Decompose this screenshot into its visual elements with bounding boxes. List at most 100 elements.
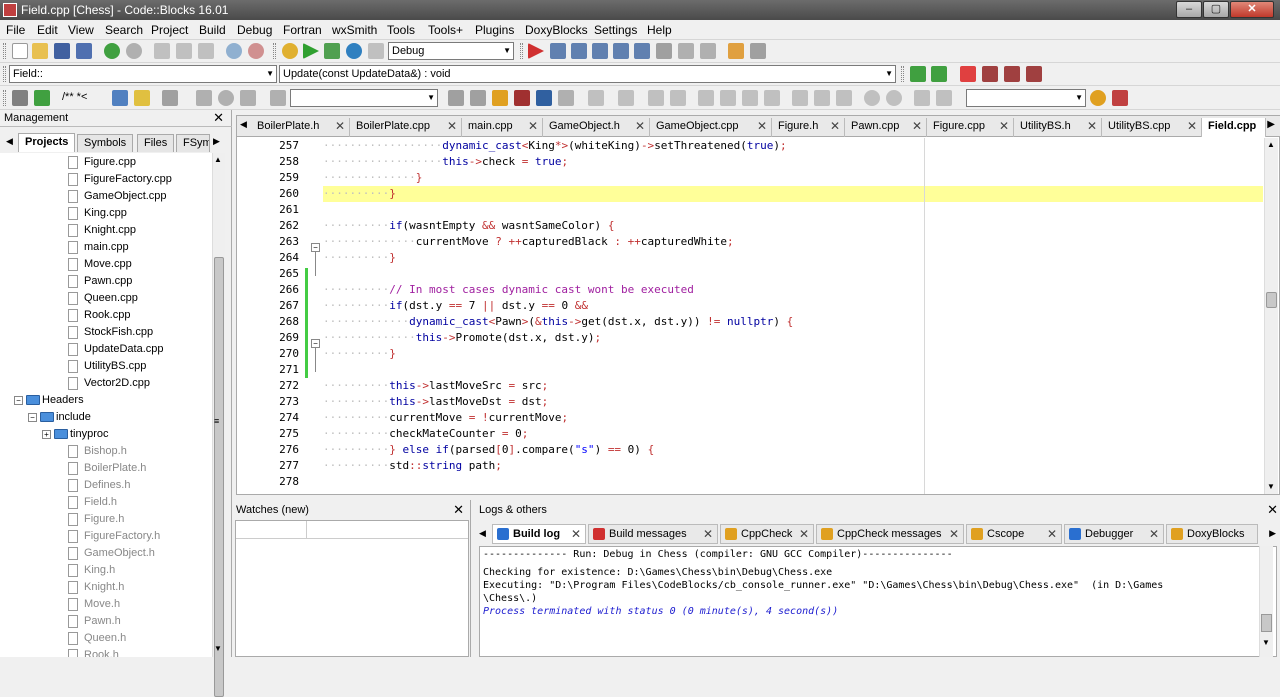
- step-into-icon[interactable]: [592, 43, 608, 59]
- log-tab[interactable]: Build messages ✕: [588, 524, 718, 544]
- tab-scroll-left-icon[interactable]: ◀: [6, 136, 13, 147]
- close-tab-icon[interactable]: ✕: [912, 119, 922, 133]
- menu-plugins[interactable]: Plugins: [475, 23, 514, 37]
- image-icon[interactable]: [648, 90, 664, 106]
- build-log-output[interactable]: -------------- Run: Debug in Chess (comp…: [479, 546, 1277, 657]
- scroll-thumb[interactable]: [1266, 292, 1277, 308]
- tab-scroll-right-icon[interactable]: ▶: [1269, 528, 1276, 539]
- editor-tab[interactable]: Pawn.cpp ✕: [845, 118, 927, 137]
- close-tab-icon[interactable]: ✕: [949, 527, 959, 541]
- clear-bookmarks-icon[interactable]: [1026, 66, 1042, 82]
- close-tab-icon[interactable]: ✕: [1149, 527, 1159, 541]
- menu-settings[interactable]: Settings: [594, 23, 637, 37]
- open-file-icon[interactable]: [32, 43, 48, 59]
- code-line[interactable]: ·············dynamic_cast<Pawn>(&this->g…: [323, 314, 1263, 330]
- paste-icon[interactable]: [198, 43, 214, 59]
- watches-grid[interactable]: [235, 520, 469, 657]
- cut-icon[interactable]: [154, 43, 170, 59]
- log-tab[interactable]: CppCheck messages ✕: [816, 524, 964, 544]
- editor-tab[interactable]: Field.cpp: [1202, 118, 1266, 137]
- collapse-toggle-icon[interactable]: −: [28, 413, 37, 422]
- layout-icon[interactable]: [698, 90, 714, 106]
- layout-icon[interactable]: [742, 90, 758, 106]
- code-line[interactable]: ··········}: [323, 250, 1263, 266]
- rectangle-icon[interactable]: [618, 90, 634, 106]
- tab-scroll-right-icon[interactable]: ▶: [1267, 119, 1275, 130]
- redo-icon[interactable]: [126, 43, 142, 59]
- log-scrollbar[interactable]: ▼: [1259, 546, 1273, 657]
- toggle-bookmark-icon[interactable]: [960, 66, 976, 82]
- frame-icon[interactable]: [814, 90, 830, 106]
- minimize-button[interactable]: –: [1176, 1, 1202, 18]
- pointer-icon[interactable]: [588, 90, 604, 106]
- code-line[interactable]: ··········this->lastMoveSrc = src;: [323, 378, 1263, 394]
- code-line[interactable]: ··············currentMove ? ++capturedBl…: [323, 234, 1263, 250]
- fold-toggle-icon[interactable]: −: [311, 243, 320, 252]
- tab-scroll-left-icon[interactable]: ◀: [479, 528, 486, 539]
- code-line[interactable]: [323, 202, 1263, 218]
- doxy-html-icon[interactable]: [112, 90, 128, 106]
- debug-windows-icon[interactable]: [728, 43, 744, 59]
- code-line[interactable]: ··········currentMove = !currentMove;: [323, 410, 1263, 426]
- menu-edit[interactable]: Edit: [37, 23, 58, 37]
- record-icon[interactable]: [218, 90, 234, 106]
- comment-tool[interactable]: /** *<: [62, 91, 87, 103]
- menu-project[interactable]: Project: [151, 23, 188, 37]
- editor-tab[interactable]: UtilityBS.cpp ✕: [1102, 118, 1202, 137]
- tab-files[interactable]: Files: [137, 134, 175, 152]
- editor-tab[interactable]: BoilerPlate.h ✕: [251, 118, 350, 137]
- collapse-toggle-icon[interactable]: +: [42, 430, 51, 439]
- symbol-search-input[interactable]: ▼: [966, 89, 1086, 107]
- replace-icon[interactable]: [248, 43, 264, 59]
- frame-icon[interactable]: [836, 90, 852, 106]
- run-to-cursor-icon[interactable]: [550, 43, 566, 59]
- editor-tab[interactable]: Figure.h ✕: [772, 118, 845, 137]
- editor-scrollbar[interactable]: ▲ ▼: [1264, 138, 1278, 494]
- scroll-down-icon[interactable]: ▼: [1262, 638, 1270, 647]
- layout-icon[interactable]: [764, 90, 780, 106]
- code-line[interactable]: ··············}: [323, 170, 1263, 186]
- zoom-out-icon[interactable]: [886, 90, 902, 106]
- step-instruction-icon[interactable]: [656, 43, 672, 59]
- info-icon[interactable]: [750, 43, 766, 59]
- highlight-icon[interactable]: [492, 90, 508, 106]
- macro-icon[interactable]: [270, 90, 286, 106]
- close-watches-button[interactable]: ✕: [453, 502, 464, 518]
- close-tab-icon[interactable]: ✕: [999, 119, 1009, 133]
- editor-tab[interactable]: GameObject.cpp ✕: [650, 118, 772, 137]
- new-file-icon[interactable]: [12, 43, 28, 59]
- symbol-c-icon[interactable]: [936, 90, 952, 106]
- code-line[interactable]: ··········this->lastMoveDst = dst;: [323, 394, 1263, 410]
- close-tab-icon[interactable]: ✕: [335, 119, 345, 133]
- code-line[interactable]: ··········// In most cases dynamic cast …: [323, 282, 1263, 298]
- frame-icon[interactable]: [792, 90, 808, 106]
- code-line[interactable]: ··········}: [323, 346, 1263, 362]
- log-tab[interactable]: Cscope ✕: [966, 524, 1062, 544]
- code-line[interactable]: [323, 362, 1263, 378]
- code-line[interactable]: ··················this->check = true;: [323, 154, 1263, 170]
- tab-scroll-right-icon[interactable]: ▶: [213, 136, 220, 147]
- tab-symbols[interactable]: Symbols: [77, 134, 134, 152]
- function-select[interactable]: Update(const UpdateData&) : void ▼: [279, 65, 896, 83]
- layout-icon[interactable]: [720, 90, 736, 106]
- log-tab[interactable]: CppCheck ✕: [720, 524, 814, 544]
- doxy-chm-icon[interactable]: [134, 90, 150, 106]
- code-line[interactable]: [323, 266, 1263, 282]
- scroll-up-icon[interactable]: ▲: [1267, 140, 1275, 149]
- code-line[interactable]: ··················dynamic_cast<King*>(wh…: [323, 138, 1263, 154]
- scroll-up-icon[interactable]: ▲: [214, 155, 222, 164]
- editor-tab[interactable]: GameObject.h ✕: [543, 118, 650, 137]
- menu-fortran[interactable]: Fortran: [283, 23, 322, 37]
- tab-fsymbols[interactable]: FSymbols: [176, 134, 210, 152]
- project-tree-scrollbar[interactable]: ▲ ≡ ▼: [212, 153, 225, 697]
- symbol-s-icon[interactable]: [914, 90, 930, 106]
- debug-continue-icon[interactable]: [528, 43, 544, 59]
- editor-tab[interactable]: Figure.cpp ✕: [927, 118, 1014, 137]
- menu-debug[interactable]: Debug: [237, 23, 272, 37]
- scroll-thumb[interactable]: [214, 257, 224, 697]
- close-tab-icon[interactable]: ✕: [757, 119, 767, 133]
- close-tab-icon[interactable]: ✕: [635, 119, 645, 133]
- next-line-icon[interactable]: [571, 43, 587, 59]
- tab-projects[interactable]: Projects: [18, 133, 76, 152]
- menu-file[interactable]: File: [6, 23, 25, 37]
